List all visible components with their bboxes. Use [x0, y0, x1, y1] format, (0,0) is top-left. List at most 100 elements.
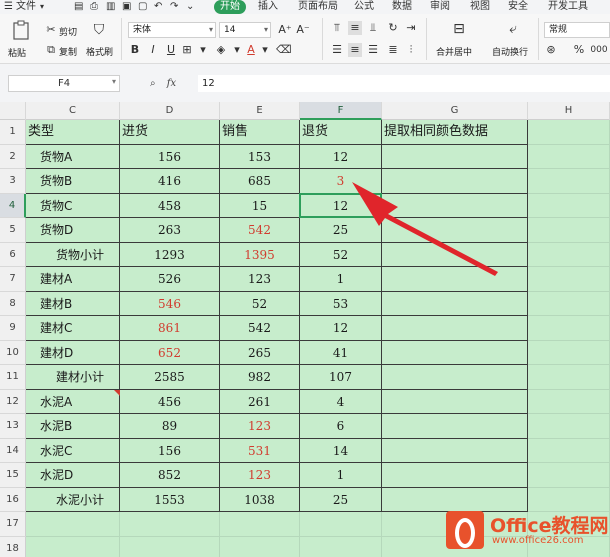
result-cell[interactable] — [382, 218, 528, 243]
tab-page-layout[interactable]: 页面布局 — [298, 0, 338, 14]
value-cell[interactable]: 15 — [220, 193, 300, 218]
value-cell[interactable]: 53 — [300, 291, 382, 316]
value-cell[interactable]: 107 — [300, 365, 382, 390]
value-cell[interactable]: 546 — [120, 291, 220, 316]
file-menu[interactable]: 文件 — [16, 0, 36, 14]
empty-cell[interactable] — [528, 487, 610, 512]
align-middle-icon[interactable]: ≡ — [348, 21, 362, 35]
spreadsheet-grid[interactable]: C D E F G H 1 2 3 4 5 6 7 8 9 10 11 12 13 14 15 16 17 18 … — [0, 102, 610, 557]
value-cell[interactable]: 123 — [220, 414, 300, 439]
text-direction-icon[interactable]: ↻ — [386, 21, 400, 35]
row-header-13[interactable]: 13 — [0, 414, 26, 439]
copy-icon[interactable]: ⧉ — [44, 43, 58, 57]
value-cell[interactable]: 861 — [120, 316, 220, 341]
chevron-down-icon[interactable]: ▾ — [40, 0, 44, 14]
column-header-d[interactable]: D — [120, 102, 220, 120]
empty-cell[interactable] — [528, 536, 610, 557]
header-cell[interactable]: 类型 — [26, 120, 120, 145]
more-icon[interactable]: ⌄ — [186, 0, 194, 14]
empty-cell[interactable] — [120, 536, 220, 557]
align-center-icon[interactable]: ≡ — [348, 43, 362, 57]
value-cell[interactable]: 4 — [300, 389, 382, 414]
indent-icon[interactable]: ⇥ — [404, 21, 418, 35]
hamburger-icon[interactable]: ☰ — [4, 0, 13, 14]
type-cell[interactable]: 水泥D — [26, 463, 120, 488]
empty-cell[interactable] — [528, 120, 610, 145]
value-cell[interactable]: 1 — [300, 267, 382, 292]
result-cell[interactable] — [382, 193, 528, 218]
wrap-text-button[interactable]: 自动换行 — [492, 45, 528, 58]
format-painter-label[interactable]: 格式刷 — [86, 45, 113, 58]
formula-input[interactable]: 12 — [198, 75, 610, 92]
wrap-text-icon[interactable]: ⤶ — [506, 22, 520, 36]
align-right-icon[interactable]: ☰ — [366, 43, 380, 57]
value-cell[interactable]: 156 — [120, 438, 220, 463]
scissors-icon[interactable]: ✂ — [44, 23, 58, 37]
row-header-6[interactable]: 6 — [0, 242, 26, 267]
decrease-font-icon[interactable]: A⁻ — [296, 23, 310, 37]
number-format-select[interactable]: 常规 — [544, 22, 610, 38]
empty-cell[interactable] — [528, 340, 610, 365]
value-cell[interactable]: 14 — [300, 438, 382, 463]
justify-icon[interactable]: ≣ — [386, 43, 400, 57]
copy-label[interactable]: 复制 — [59, 45, 77, 58]
value-cell[interactable]: 3 — [300, 169, 382, 194]
value-cell[interactable]: 41 — [300, 340, 382, 365]
value-cell[interactable]: 265 — [220, 340, 300, 365]
row-header-10[interactable]: 10 — [0, 340, 26, 365]
header-cell[interactable]: 提取相同颜色数据 — [382, 120, 528, 145]
merge-center-button[interactable]: 合并居中 — [436, 45, 472, 58]
empty-cell[interactable] — [26, 512, 120, 537]
result-cell[interactable] — [382, 340, 528, 365]
undo-icon[interactable]: ↶ — [154, 0, 162, 14]
row-header-5[interactable]: 5 — [0, 218, 26, 243]
thousands-separator-icon[interactable]: 000 — [588, 43, 610, 57]
row-header-3[interactable]: 3 — [0, 169, 26, 194]
type-cell[interactable]: 建材D — [26, 340, 120, 365]
print-icon[interactable]: ▥ — [106, 0, 115, 14]
empty-cell[interactable] — [220, 536, 300, 557]
value-cell[interactable]: 526 — [120, 267, 220, 292]
empty-cell[interactable] — [300, 536, 382, 557]
result-cell[interactable] — [382, 169, 528, 194]
header-cell[interactable]: 进货 — [120, 120, 220, 145]
result-cell[interactable] — [382, 242, 528, 267]
type-cell[interactable]: 货物小计 — [26, 242, 120, 267]
empty-cell[interactable] — [528, 389, 610, 414]
paste-button[interactable]: 粘贴 — [6, 20, 36, 60]
align-left-icon[interactable]: ☰ — [330, 43, 344, 57]
preview-icon[interactable]: ▢ — [138, 0, 147, 14]
row-header-17[interactable]: 17 — [0, 512, 26, 537]
value-cell[interactable]: 1293 — [120, 242, 220, 267]
empty-cell[interactable] — [220, 512, 300, 537]
type-cell[interactable]: 建材C — [26, 316, 120, 341]
zoom-search-icon[interactable]: ⌕ — [150, 78, 156, 89]
distributed-icon[interactable]: ⫶ — [404, 43, 418, 57]
tab-review[interactable]: 审阅 — [430, 0, 450, 14]
row-header-9[interactable]: 9 — [0, 316, 26, 341]
empty-cell[interactable] — [528, 316, 610, 341]
row-header-2[interactable]: 2 — [0, 144, 26, 169]
align-top-icon[interactable]: ⫪ — [330, 21, 344, 35]
type-cell[interactable]: 水泥B — [26, 414, 120, 439]
increase-font-icon[interactable]: A⁺ — [278, 23, 292, 37]
value-cell[interactable]: 1038 — [220, 487, 300, 512]
empty-cell[interactable] — [382, 536, 528, 557]
empty-cell[interactable] — [528, 365, 610, 390]
value-cell[interactable]: 12 — [300, 193, 382, 218]
value-cell[interactable]: 25 — [300, 218, 382, 243]
value-cell[interactable]: 652 — [120, 340, 220, 365]
empty-cell[interactable] — [528, 512, 610, 537]
value-cell[interactable]: 89 — [120, 414, 220, 439]
column-header-h[interactable]: H — [528, 102, 610, 120]
font-name-select[interactable]: 宋体 ▾ — [128, 22, 216, 38]
row-header-15[interactable]: 15 — [0, 463, 26, 488]
value-cell[interactable]: 261 — [220, 389, 300, 414]
cut-label[interactable]: 剪切 — [59, 25, 77, 38]
value-cell[interactable]: 12 — [300, 144, 382, 169]
type-cell[interactable]: 水泥A — [26, 389, 120, 414]
value-cell[interactable]: 12 — [300, 316, 382, 341]
column-header-e[interactable]: E — [220, 102, 300, 120]
value-cell[interactable]: 542 — [220, 218, 300, 243]
tab-insert[interactable]: 插入 — [258, 0, 278, 14]
